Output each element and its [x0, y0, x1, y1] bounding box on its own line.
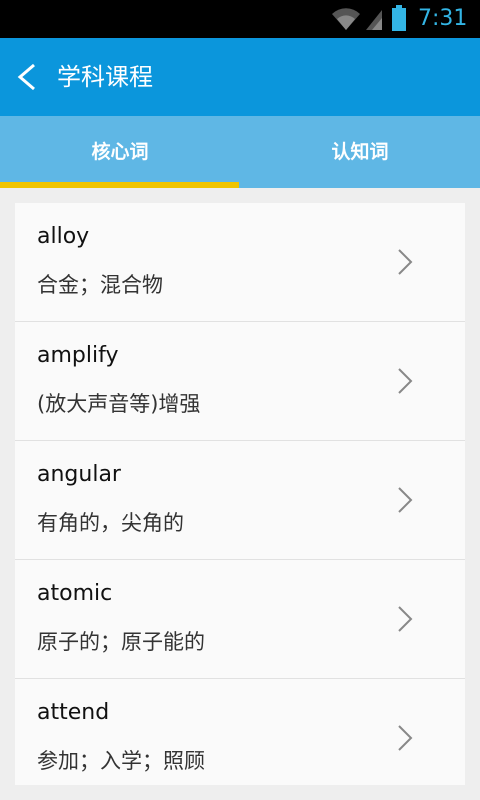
- word-meaning: 合金；混合物: [37, 273, 163, 297]
- word-meaning: 参加；入学；照顾: [37, 749, 205, 773]
- word-meaning: 原子的；原子能的: [37, 630, 205, 654]
- tab-indicator: [0, 182, 239, 188]
- word-meaning: 有角的，尖角的: [37, 511, 184, 535]
- list-item[interactable]: attend 参加；入学；照顾: [15, 679, 465, 798]
- word-list: alloy 合金；混合物 amplify (放大声音等)增强 angular 有…: [15, 203, 465, 785]
- word-term: atomic: [37, 581, 113, 606]
- list-item[interactable]: alloy 合金；混合物: [15, 203, 465, 322]
- app-header: 学科课程: [0, 38, 480, 116]
- chevron-right-icon: [398, 606, 413, 632]
- tab-bar: 核心词 认知词: [0, 116, 480, 188]
- chevron-right-icon: [398, 249, 413, 275]
- page-title: 学科课程: [57, 63, 153, 91]
- chevron-right-icon: [398, 368, 413, 394]
- wifi-icon: [332, 8, 360, 30]
- status-time: 7:31: [418, 6, 468, 31]
- tab-cognitive-words[interactable]: 认知词: [240, 116, 480, 188]
- chevron-right-icon: [398, 487, 413, 513]
- word-term: angular: [37, 462, 121, 487]
- list-item[interactable]: angular 有角的，尖角的: [15, 441, 465, 560]
- word-term: alloy: [37, 224, 90, 249]
- signal-icon: [366, 10, 382, 30]
- tab-core-words[interactable]: 核心词: [0, 116, 240, 188]
- battery-icon: [392, 5, 406, 31]
- status-bar: 7:31: [0, 0, 480, 38]
- word-term: amplify: [37, 343, 119, 368]
- word-term: attend: [37, 700, 110, 725]
- chevron-right-icon: [398, 725, 413, 751]
- list-item[interactable]: atomic 原子的；原子能的: [15, 560, 465, 679]
- chevron-left-icon[interactable]: [14, 62, 40, 92]
- word-meaning: (放大声音等)增强: [37, 392, 201, 416]
- list-item[interactable]: amplify (放大声音等)增强: [15, 322, 465, 441]
